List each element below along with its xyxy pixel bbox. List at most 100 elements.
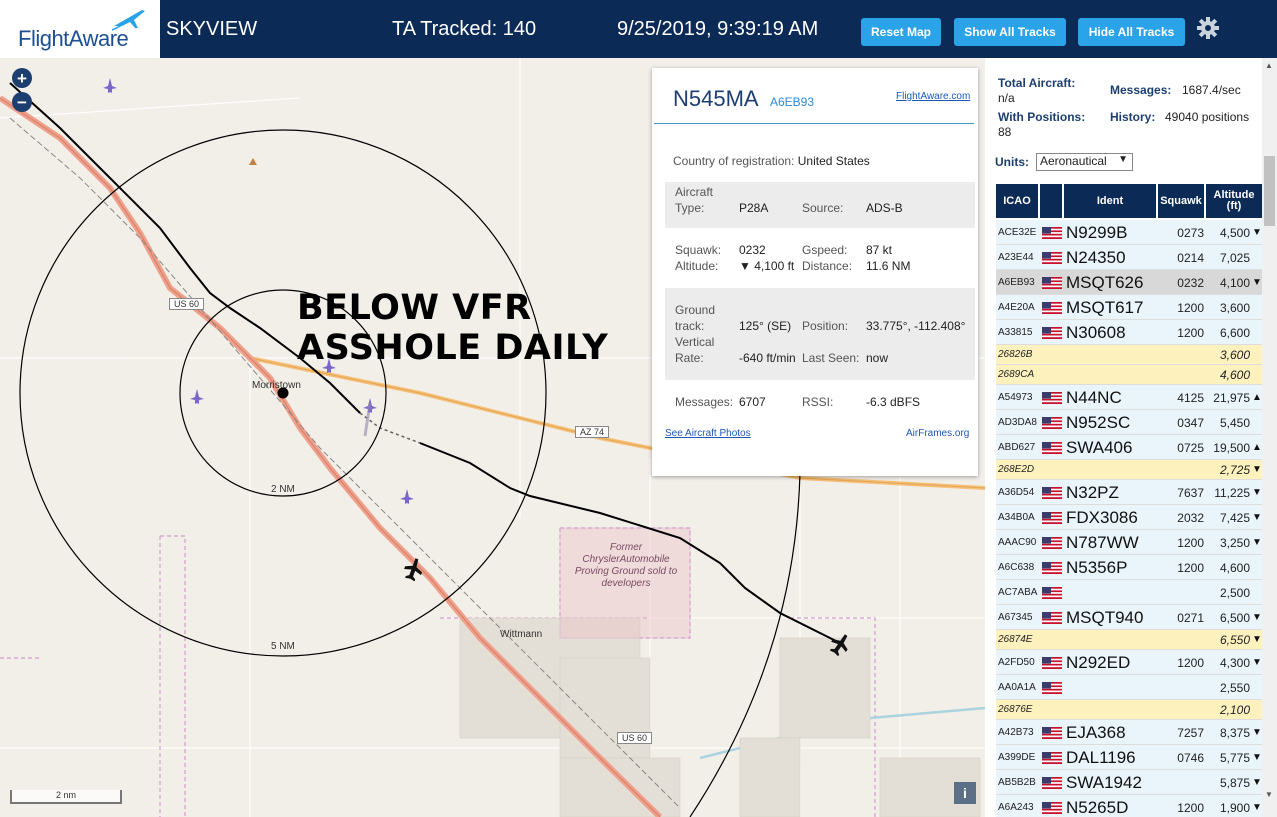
show-all-tracks-button[interactable]: Show All Tracks <box>954 18 1066 46</box>
table-row[interactable]: AA0A1A 2,550 <box>996 675 1262 700</box>
source-label: Source: <box>802 201 844 215</box>
aircraft-detail-popup: N545MA A6EB93 FlightAware.com Country of… <box>652 68 978 476</box>
row-altitude: 7,025 <box>1219 251 1250 265</box>
track-box: Ground track: 125° (SE) Position: 33.775… <box>665 288 975 380</box>
map-info-button[interactable]: i <box>954 782 976 804</box>
table-row[interactable]: 2689CA 4,600 <box>996 365 1262 385</box>
scroll-thumb[interactable] <box>1264 156 1275 226</box>
table-row[interactable]: 26826B 3,600 <box>996 345 1262 365</box>
popup-ident: N545MA <box>673 86 759 111</box>
table-row[interactable]: A42B73 EJA368 7257 8,375 ▼ <box>996 720 1262 745</box>
table-row[interactable]: A33815 N30608 1200 6,600 <box>996 320 1262 345</box>
zoom-out-button[interactable]: − <box>12 92 32 112</box>
table-row[interactable]: A6C638 N5356P 1200 4,600 <box>996 555 1262 580</box>
table-row[interactable]: A67345 MSQT940 0271 6,500 ▼ <box>996 605 1262 630</box>
row-icao: 268E2D <box>998 464 1035 475</box>
table-row[interactable]: 268E2D 2,725 ▼ <box>996 460 1262 480</box>
column-header-squawk[interactable]: Squawk <box>1158 184 1204 218</box>
altitude-header-line-2: (ft) <box>1226 200 1242 212</box>
row-trend-icon: ▲ <box>1252 392 1262 403</box>
zoom-in-button[interactable]: + <box>12 68 32 88</box>
column-header-ident[interactable]: Ident <box>1064 184 1156 218</box>
table-row[interactable]: 26874E 6,550 ▼ <box>996 630 1262 650</box>
vertical-rate-label-2: Rate: <box>675 351 704 365</box>
table-row[interactable]: A34B0A FDX3086 2032 7,425 ▼ <box>996 505 1262 530</box>
row-squawk: 0725 <box>1177 441 1204 455</box>
hide-all-tracks-button[interactable]: Hide All Tracks <box>1078 18 1185 46</box>
squawk-label: Squawk: <box>675 243 722 257</box>
table-row[interactable]: AAAC90 N787WW 1200 3,250 ▼ <box>996 530 1262 555</box>
table-row[interactable]: 26876E 2,100 <box>996 700 1262 720</box>
row-ident: N24350 <box>1066 248 1126 267</box>
table-row[interactable]: ABD627 SWA406 0725 19,500 ▲ <box>996 435 1262 460</box>
table-row[interactable]: A6EB93 MSQT626 0232 4,100 ▼ <box>996 270 1262 295</box>
us-flag-icon <box>1042 326 1062 339</box>
scroll-up-icon[interactable]: ▲ <box>1265 61 1273 70</box>
gear-icon[interactable] <box>1196 16 1220 40</box>
reset-map-button[interactable]: Reset Map <box>861 18 941 46</box>
row-trend-icon: ▼ <box>1252 612 1262 623</box>
table-row[interactable]: A399DE DAL1196 0746 5,775 ▼ <box>996 745 1262 770</box>
row-trend-icon: ▼ <box>1252 487 1262 498</box>
side-panel-scrollbar[interactable]: ▲ ▼ <box>1262 58 1277 817</box>
total-aircraft-label: Total Aircraft: <box>998 76 1076 90</box>
table-row[interactable]: AB5B2B SWA1942 5,875 ▼ <box>996 770 1262 795</box>
flightaware-link[interactable]: FlightAware.com <box>896 91 970 102</box>
source-value: ADS-B <box>866 201 903 215</box>
row-ident: N9299B <box>1066 223 1128 242</box>
scroll-down-icon[interactable]: ▼ <box>1265 790 1273 799</box>
row-icao: ACE32E <box>998 227 1037 238</box>
flightaware-logo[interactable]: FlightAware <box>0 0 160 58</box>
row-icao: A399DE <box>998 752 1036 763</box>
table-row[interactable]: A23E44 N24350 0214 7,025 <box>996 245 1262 270</box>
with-positions-label: With Positions: <box>998 110 1086 124</box>
row-icao: 2689CA <box>998 369 1035 380</box>
column-header-flag[interactable] <box>1040 184 1062 218</box>
table-row[interactable]: A2FD50 N292ED 1200 4,300 ▼ <box>996 650 1262 675</box>
row-altitude: 5,450 <box>1219 416 1250 430</box>
table-row[interactable]: ACE32E N9299B 0273 4,500 ▼ <box>996 220 1262 245</box>
us-flag-icon <box>1042 226 1062 239</box>
us-flag-icon <box>1042 511 1062 524</box>
row-squawk: 0232 <box>1177 276 1204 290</box>
us-flag-icon <box>1042 726 1062 739</box>
us-flag-icon <box>1042 611 1062 624</box>
row-altitude: 21,975 <box>1213 391 1250 405</box>
table-row[interactable]: AC7ABA 2,500 <box>996 580 1262 605</box>
row-squawk: 0271 <box>1177 611 1204 625</box>
see-aircraft-photos-link[interactable]: See Aircraft Photos <box>665 428 751 439</box>
us-flag-icon <box>1042 391 1062 404</box>
squawk-value: 0232 <box>739 243 766 257</box>
row-trend-icon: ▲ <box>1252 442 1262 453</box>
history-value: 49040 positions <box>1165 110 1250 124</box>
table-row[interactable]: A6A243 N5265D 1200 1,900 ▼ <box>996 795 1262 817</box>
row-icao: AC7ABA <box>998 587 1038 598</box>
messages-box: Messages: 6707 RSSI: -6.3 dBFS <box>665 394 975 414</box>
table-row[interactable]: A54973 N44NC 4125 21,975 ▲ <box>996 385 1262 410</box>
table-row[interactable]: A36D54 N32PZ 7637 11,225 ▼ <box>996 480 1262 505</box>
town-label-morristown: Morristown <box>252 380 301 391</box>
row-ident: N787WW <box>1066 533 1139 552</box>
row-altitude: 2,550 <box>1219 681 1250 695</box>
row-icao: A2FD50 <box>998 657 1035 668</box>
units-select[interactable]: Aeronautical ▼ <box>1036 153 1133 171</box>
chevron-down-icon: ▼ <box>1118 154 1128 165</box>
column-header-icao[interactable]: ICAO <box>996 184 1038 218</box>
aircraft-type-label-2: Type: <box>675 201 705 215</box>
column-header-altitude[interactable]: Altitude (ft) <box>1206 184 1262 218</box>
table-row[interactable]: A4E20A MSQT617 1200 3,600 <box>996 295 1262 320</box>
us-flag-icon <box>1042 486 1062 499</box>
row-ident: EJA368 <box>1066 723 1126 742</box>
airframes-link[interactable]: AirFrames.org <box>906 428 969 439</box>
aircraft-type-box: Aircraft Type: P28A Source: ADS-B <box>665 182 975 228</box>
row-altitude: 3,600 <box>1219 301 1250 315</box>
row-icao: A42B73 <box>998 727 1034 738</box>
us-flag-icon <box>1042 776 1062 789</box>
table-row[interactable]: AD3DA8 N952SC 0347 5,450 <box>996 410 1262 435</box>
row-trend-icon: ▼ <box>1252 512 1262 523</box>
plane-logo-icon <box>112 10 145 31</box>
overlay-line-1: BELOW VFR <box>297 288 532 328</box>
row-icao: A34B0A <box>998 512 1035 523</box>
overlay-line-2: ASSHOLE DAILY <box>297 328 609 368</box>
town-label-wittmann: Wittmann <box>500 629 543 640</box>
